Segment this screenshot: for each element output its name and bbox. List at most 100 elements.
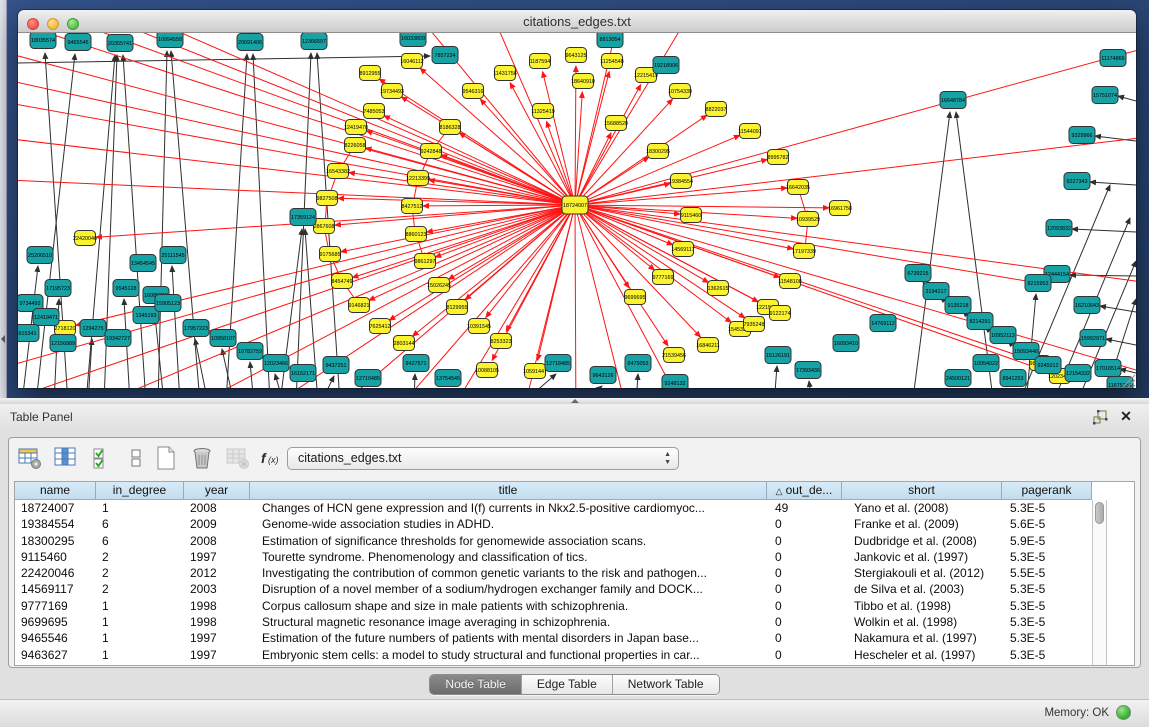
graph-node[interactable]: 18724007 <box>562 196 588 214</box>
graph-node[interactable]: 17957223 <box>183 320 209 337</box>
graph-node[interactable]: 8129955 <box>447 300 468 315</box>
graph-node[interactable]: 3194217 <box>923 283 949 300</box>
window-titlebar[interactable]: citations_edges.txt <box>18 10 1136 33</box>
graph-node[interactable]: 7625412 <box>370 319 391 334</box>
network-canvas[interactable]: 8226058165433829827508286760891756858454… <box>18 33 1136 388</box>
graph-node[interactable]: 19342727 <box>105 330 131 347</box>
graph-node[interactable]: 8822037 <box>706 102 727 117</box>
table-row[interactable]: 911546021997Tourette syndrome. Phenomeno… <box>15 549 1134 565</box>
graph-node[interactable]: 9146821 <box>349 298 370 313</box>
table-row[interactable]: 969969511998Structural magnetic resonanc… <box>15 614 1134 630</box>
row-height-icon[interactable] <box>123 445 151 473</box>
graph-node[interactable]: 7485053 <box>364 104 385 119</box>
graph-node[interactable]: 12710485 <box>355 370 381 387</box>
graph-node[interactable]: 8215953 <box>1025 275 1051 292</box>
graph-node[interactable]: 18640910 <box>571 74 595 89</box>
graph-node[interactable]: 16033809 <box>400 33 426 47</box>
graph-node[interactable]: 2803144 <box>394 336 415 351</box>
graph-node[interactable]: 16093410 <box>833 335 859 352</box>
scrollbar-thumb[interactable] <box>1095 502 1104 524</box>
graph-node[interactable]: 15026245 <box>427 278 451 293</box>
table-row[interactable]: 2242004622012Investigating the contribut… <box>15 565 1134 581</box>
graph-node[interactable]: 25206510 <box>27 247 53 264</box>
graph-node[interactable]: 8912955 <box>360 66 381 81</box>
graph-node[interactable]: 16846211 <box>696 338 720 353</box>
graph-node[interactable]: 9329966 <box>1069 127 1095 144</box>
graph-node[interactable]: 9245012 <box>1035 357 1061 374</box>
function-builder-icon[interactable]: f(x) <box>259 445 287 473</box>
column-header-short[interactable]: short <box>842 482 1002 500</box>
graph-node[interactable]: 8454749 <box>332 274 353 289</box>
graph-node[interactable]: 12718485 <box>545 355 571 372</box>
graph-node[interactable]: 17195723 <box>45 280 71 297</box>
graph-node[interactable]: 9227343 <box>1064 173 1090 190</box>
graph-node[interactable]: 9248132 <box>662 375 688 389</box>
table-row[interactable]: 1456911722003Disruption of a novel membe… <box>15 581 1134 597</box>
graph-node[interactable]: 10958107 <box>210 330 236 347</box>
graph-node[interactable]: 12366597 <box>301 33 327 50</box>
graph-node[interactable]: 10994558 <box>157 33 183 48</box>
graph-node[interactable]: 12419471 <box>33 309 59 326</box>
column-header-out_de[interactable]: △out_de... <box>767 482 842 500</box>
graph-node[interactable]: 10754339 <box>668 84 692 99</box>
column-header-pagerank[interactable]: pagerank <box>1002 482 1092 500</box>
graph-node[interactable]: 8186328 <box>440 120 461 135</box>
graph-node[interactable]: 13454545 <box>130 255 156 272</box>
graph-node[interactable]: 15905123 <box>155 295 181 312</box>
column-header-name[interactable]: name <box>15 482 96 500</box>
graph-node[interactable]: 15688520 <box>604 116 628 131</box>
graph-node[interactable]: 16046112 <box>400 54 424 69</box>
graph-node[interactable]: 15751074 <box>1092 87 1118 104</box>
close-panel-icon[interactable]: ✕ <box>1117 407 1135 425</box>
graph-node[interactable]: 8813054 <box>597 33 623 48</box>
graph-node[interactable]: 1187594 <box>530 54 551 69</box>
table-select-dropdown[interactable]: citations_edges.txt ▲▼ <box>287 447 679 470</box>
graph-node[interactable]: 6739215 <box>905 265 931 282</box>
graph-node[interactable]: 15992971 <box>1080 330 1106 347</box>
graph-node[interactable]: 9699695 <box>625 290 646 305</box>
graph-node[interactable]: 16642035 <box>786 180 810 195</box>
graph-node[interactable]: 9135218 <box>945 297 971 314</box>
graph-node[interactable]: 12023466 <box>263 355 289 372</box>
table-row[interactable]: 977716911998Corpus callosum shape and si… <box>15 598 1134 614</box>
graph-node[interactable]: 16648784 <box>940 92 966 109</box>
graph-node[interactable]: 16152171 <box>290 365 316 382</box>
graph-node[interactable]: 25111545 <box>160 247 186 264</box>
graph-node[interactable]: 18300295 <box>646 144 670 159</box>
column-header-title[interactable]: title <box>250 482 767 500</box>
graph-node[interactable]: 12093832 <box>1046 220 1072 237</box>
graph-node[interactable]: 9437251 <box>323 357 349 374</box>
graph-node[interactable]: 9427571 <box>403 355 429 372</box>
graph-node[interactable]: 8427512 <box>402 199 423 214</box>
graph-node[interactable]: 10954022 <box>973 355 999 372</box>
delete-columns-icon[interactable] <box>189 445 217 473</box>
graph-node[interactable]: 9545128 <box>113 280 139 297</box>
float-panel-icon[interactable] <box>1091 408 1109 426</box>
column-header-year[interactable]: year <box>184 482 250 500</box>
graph-node[interactable]: 9827508 <box>317 191 338 206</box>
collapsed-side-panel[interactable] <box>0 0 7 398</box>
graph-node[interactable]: 19218906 <box>653 57 679 74</box>
graph-node[interactable]: 9242848 <box>421 144 442 159</box>
graph-node[interactable]: 10088105 <box>475 363 499 378</box>
graph-node[interactable]: 10591447 <box>523 364 547 379</box>
graph-node[interactable]: 24500121 <box>945 370 971 387</box>
graph-node[interactable]: 8995782 <box>768 150 789 165</box>
graph-node[interactable]: 20355741 <box>107 35 133 52</box>
graph-node[interactable]: 8226058 <box>345 138 366 153</box>
graph-node[interactable]: 3915341 <box>18 325 39 342</box>
graph-node[interactable]: 11431756 <box>493 66 517 81</box>
graph-node[interactable]: 20691406 <box>237 34 263 51</box>
graph-node[interactable]: 8475053 <box>625 355 651 372</box>
graph-node[interactable]: 1362615 <box>708 281 729 296</box>
graph-node[interactable]: 16210643 <box>1074 297 1100 314</box>
network-view-window[interactable]: citations_edges.txt 82260581654338298275… <box>18 10 1136 388</box>
column-header-in_degree[interactable]: in_degree <box>96 482 184 500</box>
graph-node[interactable]: 17016514 <box>1095 360 1121 377</box>
graph-node[interactable]: 10782759 <box>237 343 263 360</box>
select-columns-icon[interactable] <box>53 445 81 473</box>
graph-node[interactable]: 9643125 <box>566 48 587 63</box>
graph-node[interactable]: 10952113 <box>990 327 1016 344</box>
tab-node-table[interactable]: Node Table <box>430 675 522 694</box>
memory-ok-led-icon[interactable] <box>1116 705 1131 720</box>
